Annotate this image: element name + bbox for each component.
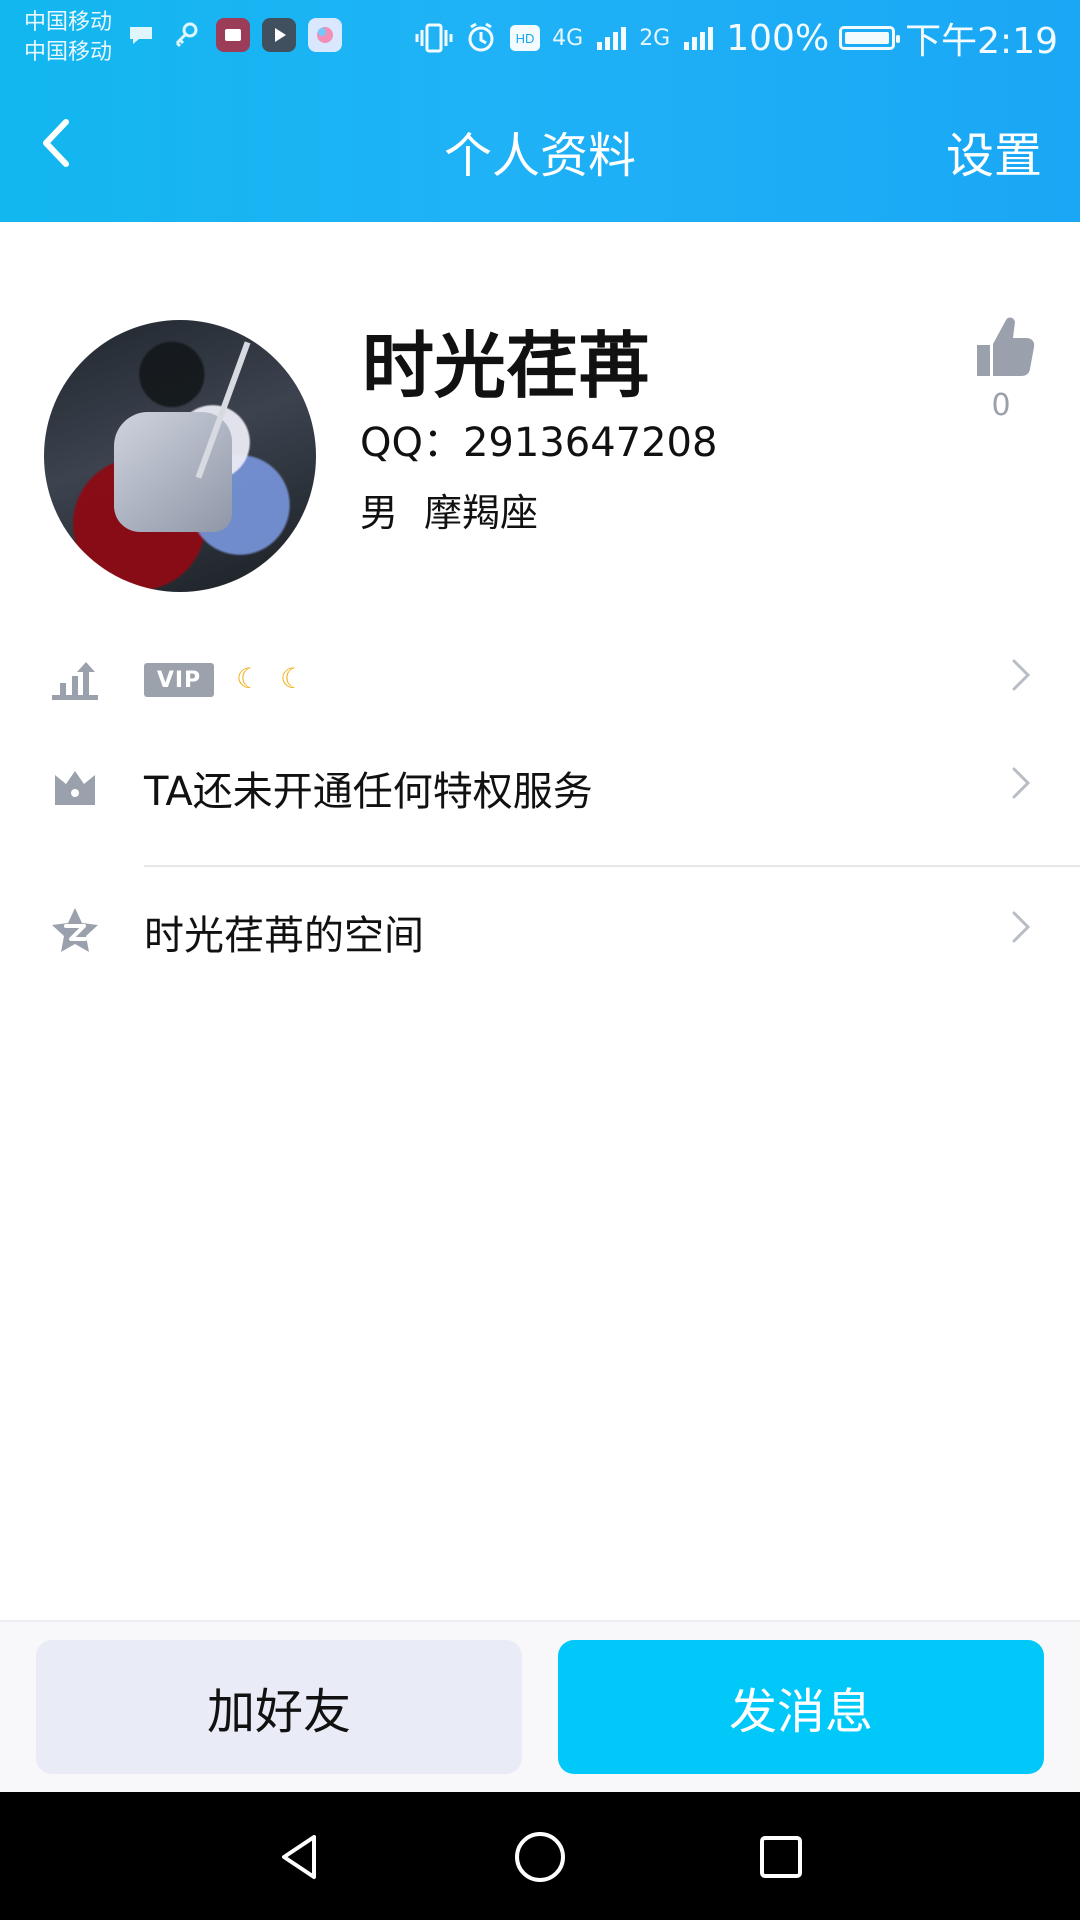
battery-level [845, 32, 890, 44]
profile-card: 时光荏苒 QQ：2913647208 男摩羯座 0 [0, 222, 1080, 612]
profile-meta: 男摩羯座 [360, 482, 538, 537]
chevron-right-icon [1012, 911, 1031, 943]
svg-text:HD: HD [516, 31, 535, 46]
vmall-app-icon [216, 18, 250, 52]
top-header: 中国移动 中国移动 HD 4G 2G 100% 下午2:19 个人资料 设置 [0, 0, 1080, 222]
space-text: 时光荏苒的空间 [144, 913, 424, 959]
gender-label: 男 [360, 491, 399, 535]
system-home-button[interactable] [505, 1822, 575, 1892]
system-status: HD 4G 2G 100% 下午2:19 [414, 12, 1058, 64]
status-bar: 中国移动 中国移动 HD 4G 2G 100% 下午2:19 [0, 0, 1080, 76]
battery-icon [839, 26, 901, 50]
qq-number: QQ：2913647208 [360, 420, 718, 466]
chevron-right-icon [1012, 659, 1031, 691]
circle-home-icon [515, 1832, 565, 1882]
level-up-icon [52, 662, 98, 700]
battery-percent: 100% [726, 17, 830, 59]
send-message-button[interactable]: 发消息 [558, 1640, 1044, 1774]
vip-badge: VIP [144, 663, 214, 697]
page-title: 个人资料 [443, 128, 636, 184]
carrier-info: 中国移动 中国移动 [24, 8, 112, 68]
network-1-label: 4G [552, 25, 584, 51]
add-friend-button[interactable]: 加好友 [36, 1640, 522, 1774]
profile-name: 时光荏苒 [362, 324, 651, 408]
vibrate-icon [415, 23, 453, 53]
triangle-back-icon [282, 1835, 316, 1879]
avatar[interactable] [44, 320, 316, 592]
qzone-star-icon [52, 908, 98, 952]
vip-row[interactable]: VIP ☾ ☾ [0, 625, 1080, 735]
crescent-moon-icon: ☾ [280, 662, 306, 695]
key-icon [170, 18, 204, 52]
like-button[interactable]: 0 [962, 314, 1040, 423]
thumbs-up-icon [977, 317, 1035, 376]
privilege-row[interactable]: TA还未开通任何特权服务 [0, 733, 1080, 843]
list-divider [144, 865, 1080, 867]
status-time: 下午2:19 [905, 21, 1058, 62]
system-navigation-bar [0, 1792, 1080, 1920]
video-app-icon [262, 18, 296, 52]
privilege-text: TA还未开通任何特权服务 [144, 769, 593, 815]
privilege-crown-icon [55, 771, 95, 805]
space-row[interactable]: 时光荏苒的空间 [0, 877, 1080, 987]
like-count: 0 [991, 388, 1011, 423]
carrier-2: 中国移动 [24, 40, 113, 65]
square-recents-icon [760, 1836, 802, 1878]
hd-icon: HD [510, 25, 541, 51]
settings-button[interactable]: 设置 [946, 116, 1042, 186]
crescent-moon-icon: ☾ [236, 662, 262, 695]
bottom-actions: 加好友 发消息 [0, 1620, 1080, 1794]
gallery-app-icon [308, 18, 342, 52]
chevron-right-icon [1012, 767, 1031, 799]
message-bubble-icon [124, 18, 158, 52]
system-recents-button[interactable] [746, 1822, 816, 1892]
navigation-bar: 个人资料 设置 [0, 92, 1080, 202]
signal-2-icon [684, 27, 714, 50]
alarm-icon [468, 22, 494, 52]
system-back-button[interactable] [264, 1822, 334, 1892]
zodiac-label: 摩羯座 [424, 491, 539, 535]
notification-icons [124, 18, 342, 52]
network-2-label: 2G [639, 25, 671, 51]
carrier-1: 中国移动 [24, 10, 113, 35]
signal-1-icon [597, 27, 627, 50]
